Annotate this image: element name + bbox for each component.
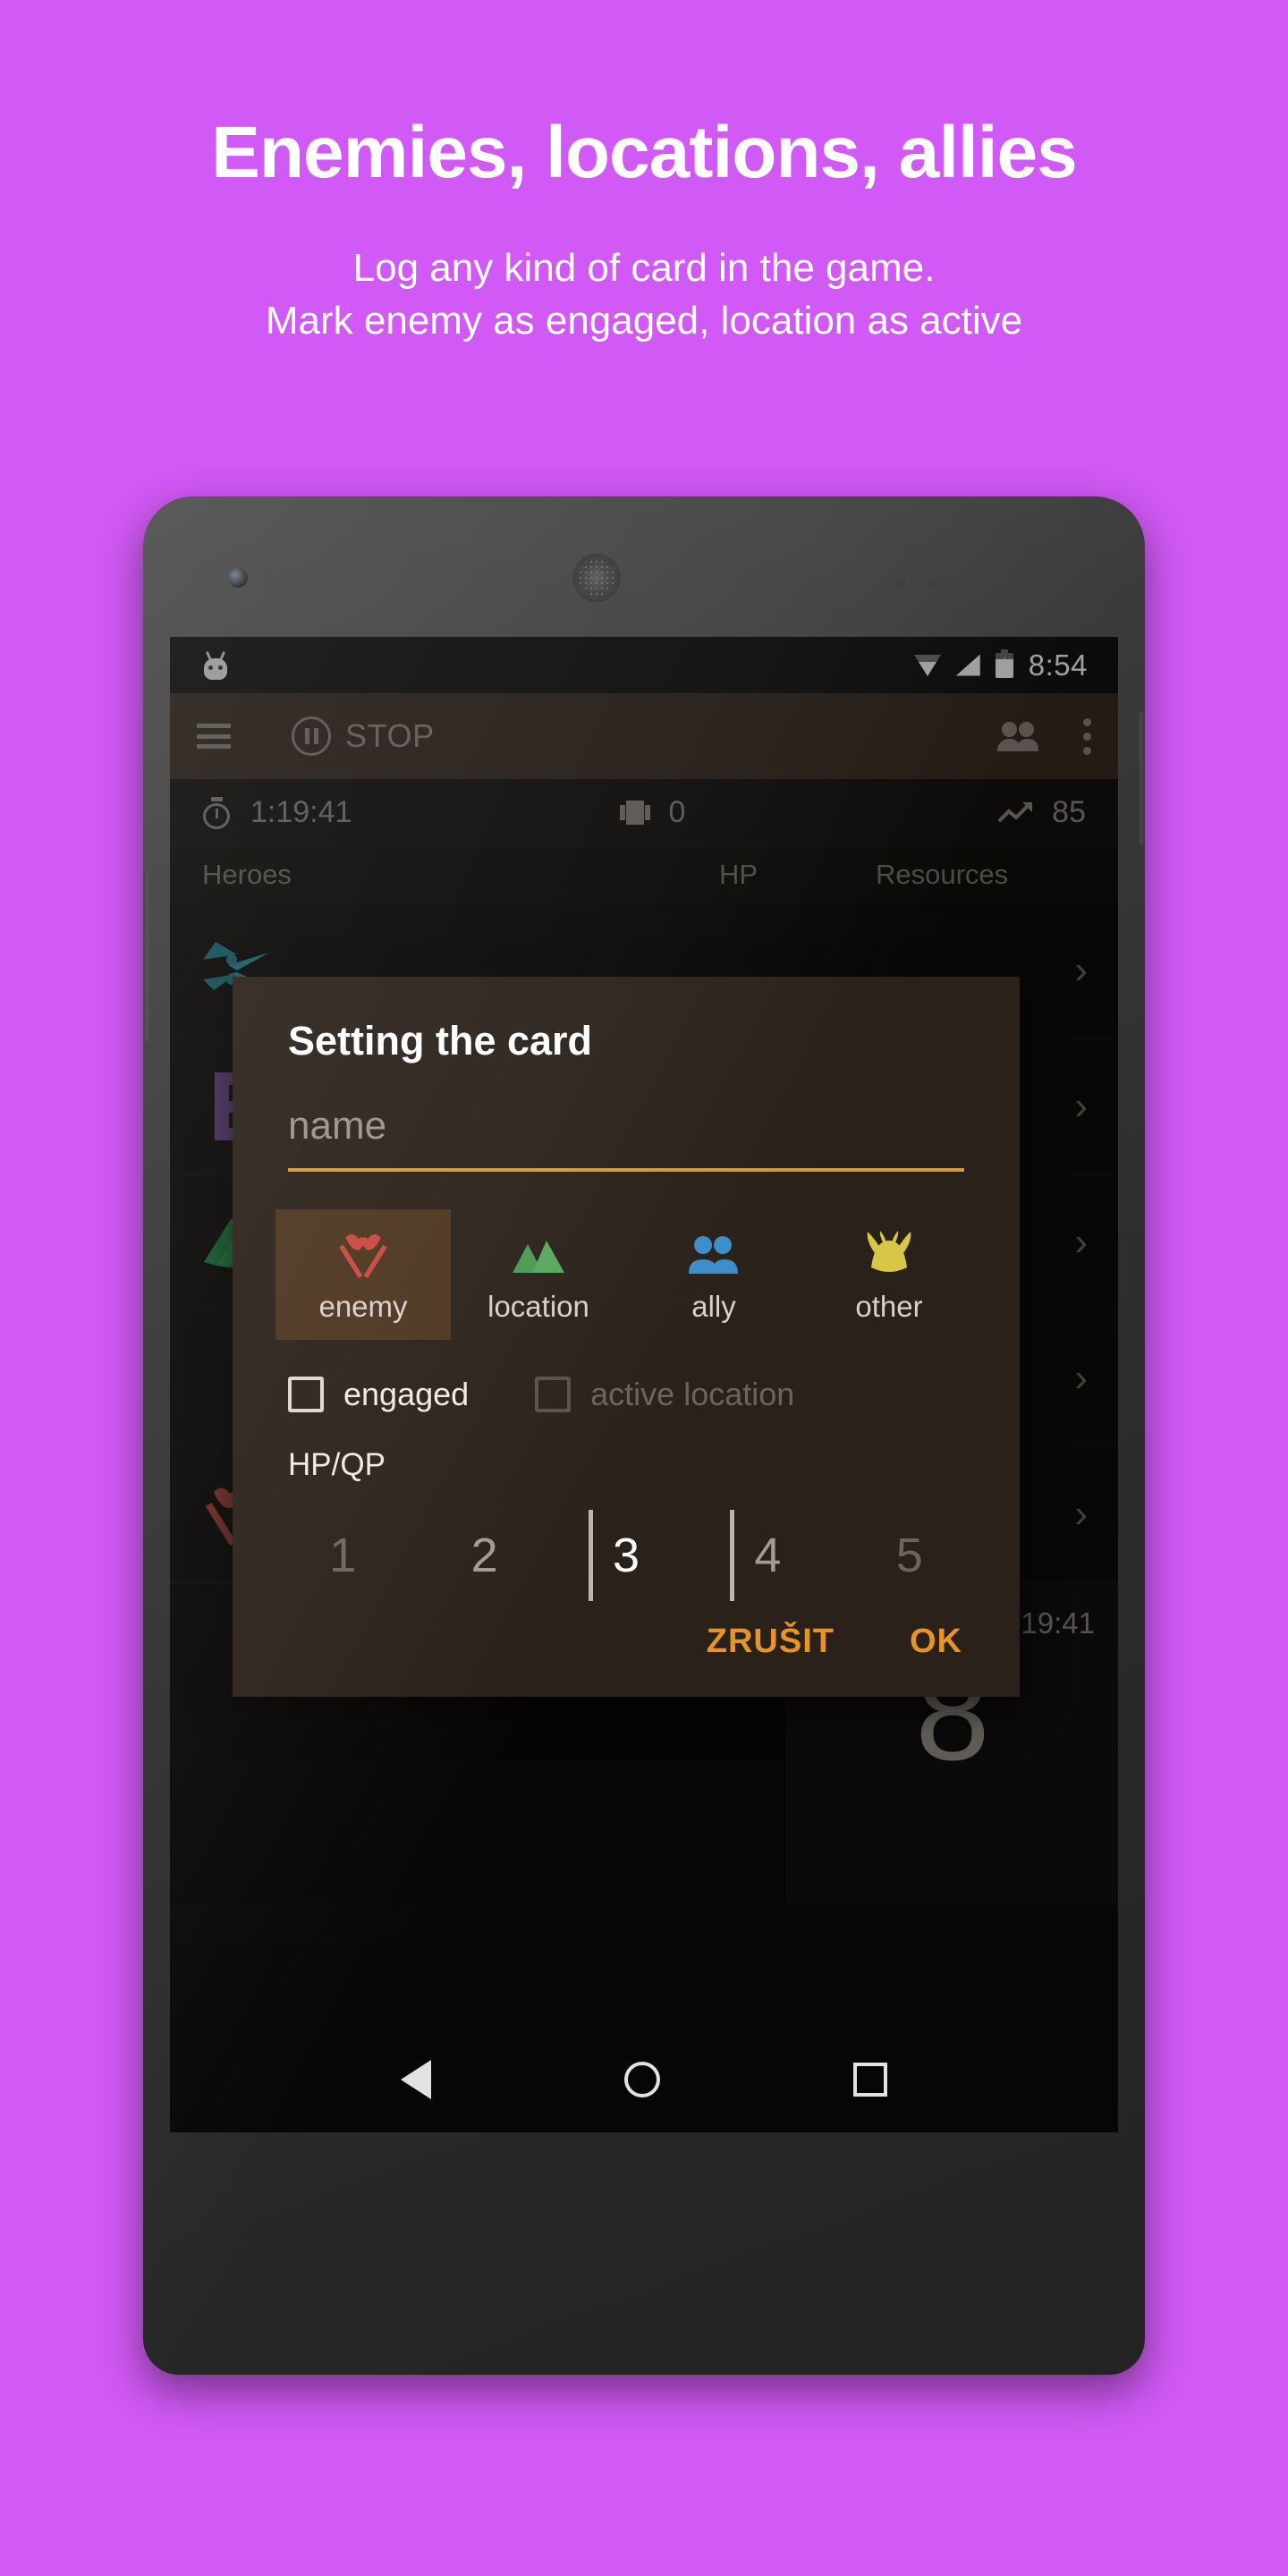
promo-subtitle: Log any kind of card in the game. Mark e… bbox=[0, 242, 1288, 348]
cancel-button[interactable]: ZRUŠIT bbox=[707, 1623, 835, 1661]
power-button[interactable] bbox=[1140, 711, 1145, 845]
type-option-location[interactable]: location bbox=[451, 1209, 626, 1340]
picker-divider-right bbox=[730, 1510, 734, 1601]
dialog-actions: ZRUŠIT OK bbox=[233, 1614, 1020, 1697]
dialog-title: Setting the card bbox=[288, 1018, 593, 1063]
front-camera bbox=[228, 568, 248, 588]
hp-qp-label: HP/QP bbox=[288, 1447, 386, 1482]
proximity-sensor bbox=[894, 577, 906, 589]
crown-horns-icon bbox=[801, 1227, 977, 1283]
phone-screen: 8:54 STOP 1:19:41 0 85 Heroes HP Resourc… bbox=[170, 637, 1118, 2132]
checkbox-label-active-location: active location bbox=[590, 1376, 795, 1412]
nav-recents-square-icon[interactable] bbox=[853, 2063, 887, 2097]
checkbox-active-location: active location bbox=[535, 1376, 794, 1413]
volume-button[interactable] bbox=[143, 872, 148, 1042]
type-label-other: other bbox=[855, 1290, 923, 1323]
android-nav-bar bbox=[170, 2027, 1118, 2132]
picker-value-1[interactable]: 1 bbox=[272, 1528, 413, 1583]
phone-device: 8:54 STOP 1:19:41 0 85 Heroes HP Resourc… bbox=[143, 496, 1145, 2375]
type-option-ally[interactable]: ally bbox=[626, 1209, 801, 1340]
hp-qp-picker[interactable]: 1 2 3 4 5 bbox=[272, 1497, 980, 1614]
type-label-location: location bbox=[487, 1290, 589, 1323]
picker-value-2[interactable]: 2 bbox=[413, 1528, 555, 1583]
card-type-selector: enemy location ally other bbox=[275, 1209, 977, 1340]
setting-card-dialog: Setting the card name enemy location all… bbox=[233, 977, 1020, 1697]
people-icon bbox=[626, 1227, 801, 1283]
promo-header: Enemies, locations, allies Log any kind … bbox=[0, 0, 1288, 348]
type-option-enemy[interactable]: enemy bbox=[275, 1209, 451, 1340]
picker-value-4[interactable]: 4 bbox=[697, 1528, 838, 1583]
crossed-axes-icon bbox=[275, 1227, 451, 1283]
promo-subtitle-line1: Log any kind of card in the game. bbox=[352, 246, 936, 290]
checkbox-box-active-location bbox=[535, 1377, 572, 1412]
name-input[interactable]: name bbox=[288, 1104, 964, 1172]
picker-value-5[interactable]: 5 bbox=[839, 1528, 980, 1583]
checkbox-label-engaged: engaged bbox=[343, 1376, 470, 1412]
nav-home-circle-icon[interactable] bbox=[624, 2062, 660, 2097]
ok-button[interactable]: OK bbox=[910, 1623, 962, 1661]
light-sensor bbox=[928, 577, 938, 587]
checkbox-box-engaged[interactable] bbox=[288, 1377, 324, 1412]
picker-value-3-selected[interactable]: 3 bbox=[555, 1528, 697, 1583]
type-label-ally: ally bbox=[691, 1290, 736, 1323]
mountains-icon bbox=[451, 1227, 626, 1283]
earpiece-speaker bbox=[572, 554, 621, 602]
checkbox-engaged[interactable]: engaged bbox=[288, 1376, 469, 1413]
promo-subtitle-line2: Mark enemy as engaged, location as activ… bbox=[265, 299, 1023, 343]
type-label-enemy: enemy bbox=[318, 1290, 408, 1323]
page-title: Enemies, locations, allies bbox=[211, 112, 1078, 193]
picker-divider-left bbox=[589, 1510, 593, 1601]
nav-back-triangle-icon[interactable] bbox=[401, 2060, 431, 2099]
type-option-other[interactable]: other bbox=[801, 1209, 977, 1340]
dialog-checkboxes: engaged active location bbox=[288, 1376, 977, 1413]
